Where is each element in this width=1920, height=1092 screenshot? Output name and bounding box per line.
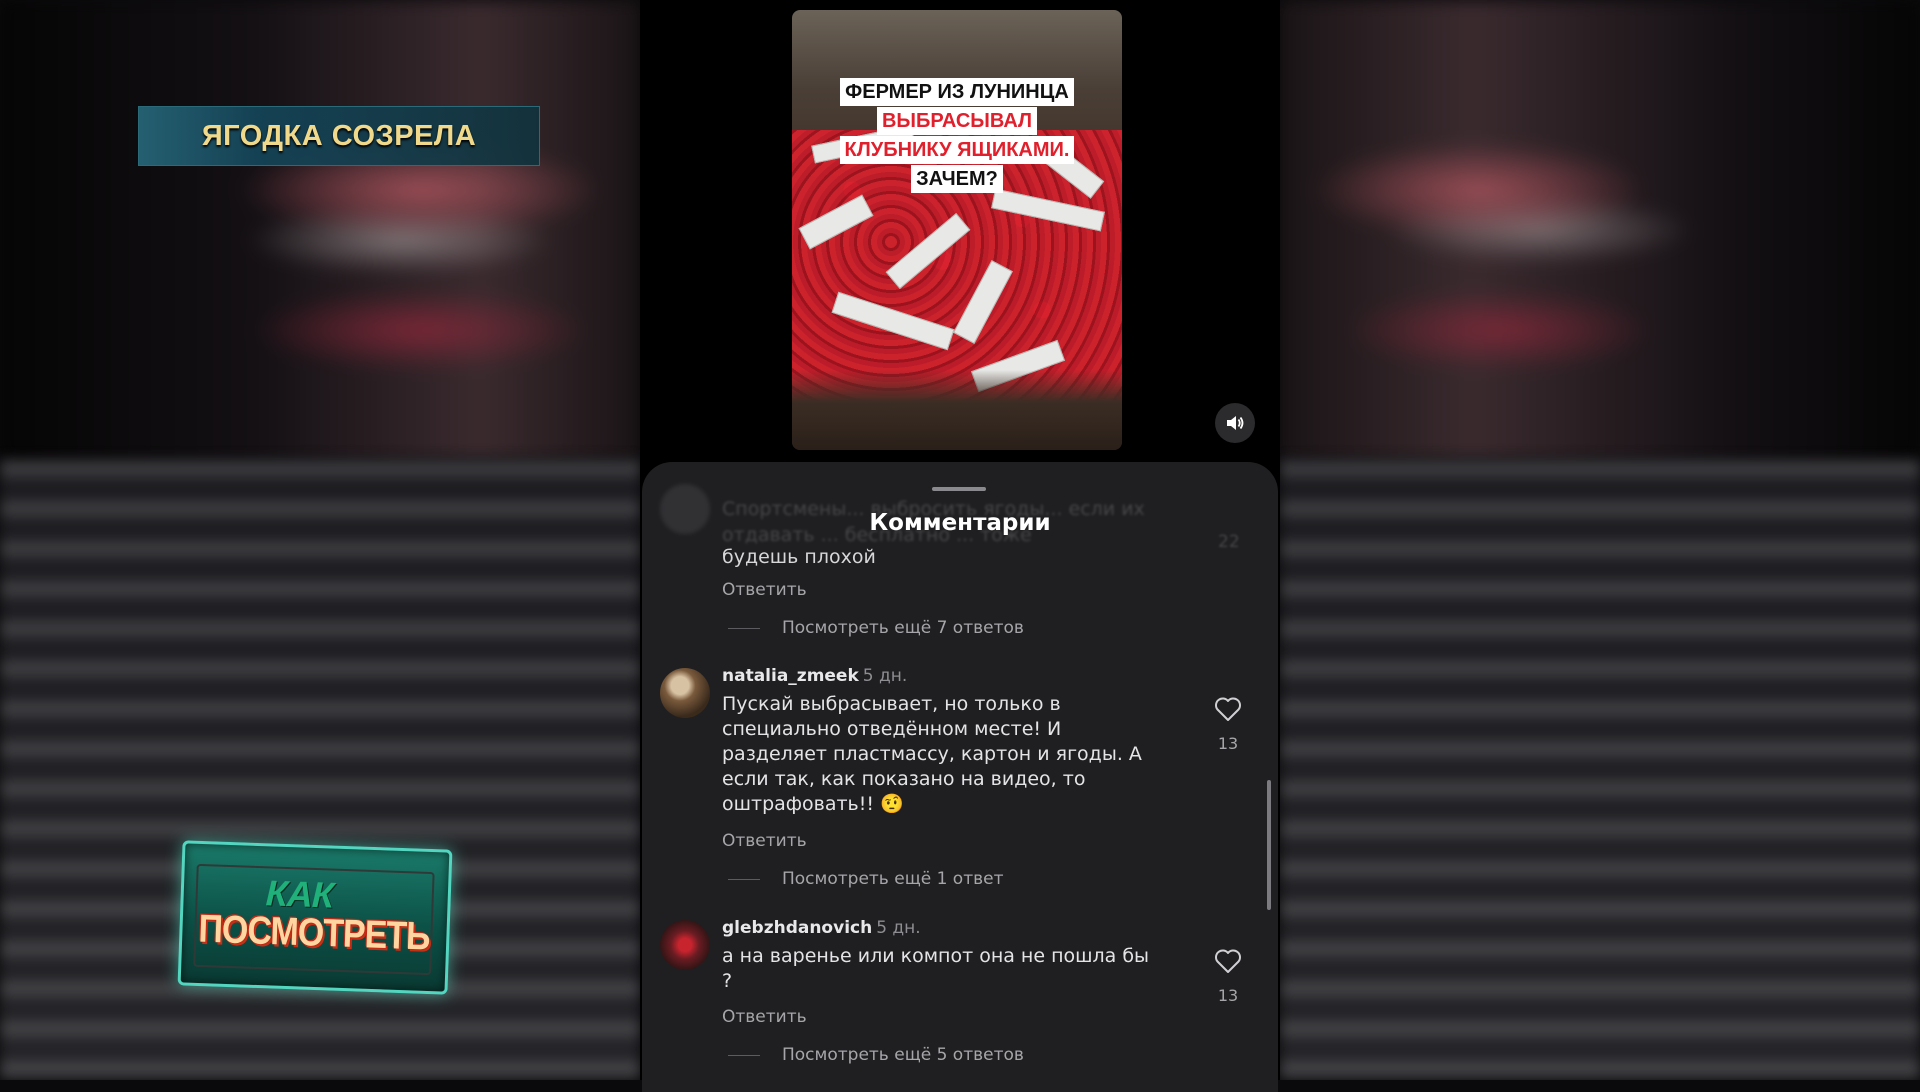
comments-sheet: Спортсмены... выбросить ягоды... если их… <box>642 462 1278 1092</box>
speaker-icon <box>1227 416 1244 430</box>
view-more-replies[interactable]: Посмотреть ещё 5 ответов <box>728 1045 1024 1065</box>
like-count: 13 <box>1217 734 1239 753</box>
show-logo: КАК ПОСМОТРЕТЬ <box>177 840 453 995</box>
video-caption-line: КЛУБНИКУ ЯЩИКАМИ. <box>792 136 1122 164</box>
sheet-drag-handle[interactable] <box>932 487 986 491</box>
avatar[interactable] <box>660 920 710 970</box>
like-heart-icon[interactable] <box>1214 696 1242 722</box>
like-heart-icon[interactable] <box>1214 948 1242 974</box>
story-title-text: ЯГОДКА СОЗРЕЛА <box>201 119 477 152</box>
comment-time: 5 дн. <box>876 918 921 938</box>
scrollbar[interactable] <box>1267 780 1271 910</box>
comment-text: Пускай выбрасывает, но только в специаль… <box>722 693 1142 815</box>
like-count: 13 <box>1217 986 1239 1005</box>
comment-time: 5 дн. <box>862 666 908 686</box>
video-caption-line: ФЕРМЕР ИЗ ЛУНИНЦА <box>792 78 1122 106</box>
video-caption-line: ЗАЧЕМ? <box>792 165 1122 193</box>
reply-button[interactable]: Ответить <box>722 1007 807 1027</box>
phone-screen: ФЕРМЕР ИЗ ЛУНИНЦА ВЫБРАСЫВАЛ КЛУБНИКУ ЯЩ… <box>640 0 1280 1092</box>
blurred-background-right <box>1280 0 1920 1080</box>
username[interactable]: glebzhdanovich <box>722 918 872 938</box>
comment-text: а на варенье или компот она не пошла бы … <box>722 945 1150 992</box>
avatar[interactable] <box>660 668 710 718</box>
comment-text-tail: будешь плохой <box>722 546 876 568</box>
username[interactable]: natalia_zmeek <box>722 666 859 686</box>
sheet-title: Комментарии <box>869 510 1051 536</box>
sound-toggle-button[interactable] <box>1215 403 1255 443</box>
comment-header: glebzhdanovich 5 дн. <box>722 918 921 938</box>
video-player[interactable]: ФЕРМЕР ИЗ ЛУНИНЦА ВЫБРАСЫВАЛ КЛУБНИКУ ЯЩ… <box>792 10 1122 450</box>
video-caption-line: ВЫБРАСЫВАЛ <box>792 107 1122 135</box>
comment-header: natalia_zmeek 5 дн. <box>722 666 907 686</box>
reply-button[interactable]: Ответить <box>722 831 807 851</box>
show-logo-bottom: ПОСМОТРЕТЬ <box>197 907 431 959</box>
view-more-replies[interactable]: Посмотреть ещё 1 ответ <box>728 869 1003 889</box>
reply-button[interactable]: Ответить <box>722 580 807 600</box>
story-title-banner: ЯГОДКА СОЗРЕЛА <box>138 106 540 166</box>
view-more-replies[interactable]: Посмотреть ещё 7 ответов <box>728 618 1024 638</box>
